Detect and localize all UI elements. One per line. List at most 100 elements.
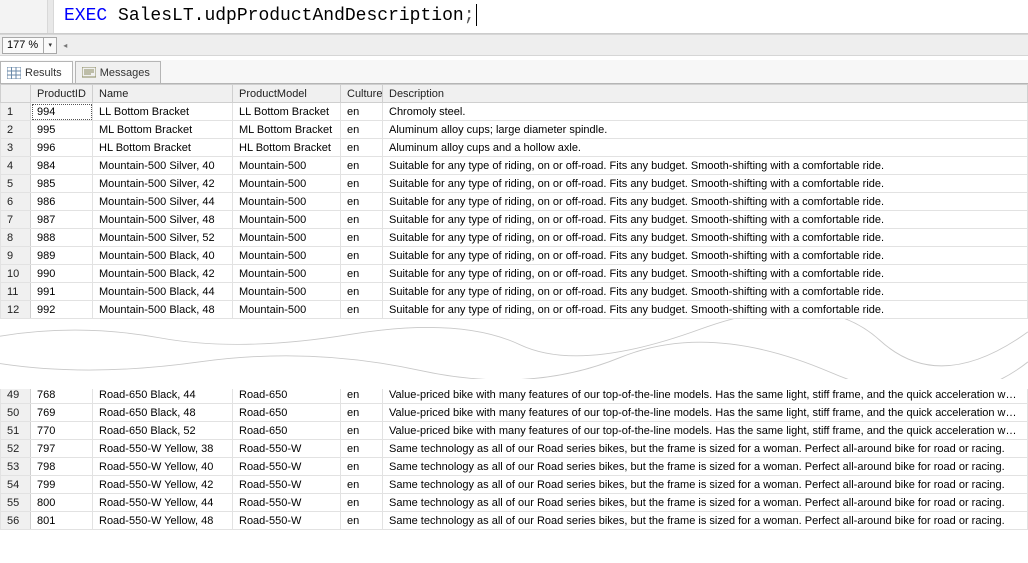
cell-productid[interactable]: 995	[31, 121, 93, 139]
col-productid[interactable]: ProductID	[31, 85, 93, 103]
cell-model[interactable]: HL Bottom Bracket	[233, 139, 341, 157]
sql-editor[interactable]: EXEC SalesLT.udpProductAndDescription;	[0, 0, 1028, 34]
cell-culture[interactable]: en	[341, 404, 383, 422]
table-row[interactable]: 49768Road-650 Black, 44Road-650enValue-p…	[1, 386, 1028, 404]
table-row[interactable]: 56801Road-550-W Yellow, 48Road-550-WenSa…	[1, 512, 1028, 530]
table-row[interactable]: 9989Mountain-500 Black, 40Mountain-500en…	[1, 247, 1028, 265]
cell-description[interactable]: Suitable for any type of riding, on or o…	[383, 301, 1028, 319]
table-row[interactable]: 11991Mountain-500 Black, 44Mountain-500e…	[1, 283, 1028, 301]
table-row[interactable]: 4984Mountain-500 Silver, 40Mountain-500e…	[1, 157, 1028, 175]
results-grid-continued[interactable]: 49768Road-650 Black, 44Road-650enValue-p…	[0, 385, 1028, 530]
cell-name[interactable]: Road-550-W Yellow, 40	[93, 458, 233, 476]
cell-culture[interactable]: en	[341, 301, 383, 319]
table-row[interactable]: 50769Road-650 Black, 48Road-650enValue-p…	[1, 404, 1028, 422]
cell-description[interactable]: Suitable for any type of riding, on or o…	[383, 247, 1028, 265]
cell-name[interactable]: Mountain-500 Silver, 40	[93, 157, 233, 175]
cell-model[interactable]: Mountain-500	[233, 301, 341, 319]
cell-model[interactable]: Mountain-500	[233, 175, 341, 193]
cell-name[interactable]: Mountain-500 Black, 42	[93, 265, 233, 283]
cell-description[interactable]: Suitable for any type of riding, on or o…	[383, 265, 1028, 283]
col-desc[interactable]: Description	[383, 85, 1028, 103]
cell-description[interactable]: Suitable for any type of riding, on or o…	[383, 283, 1028, 301]
cell-model[interactable]: Mountain-500	[233, 247, 341, 265]
cell-model[interactable]: Mountain-500	[233, 265, 341, 283]
cell-productid[interactable]: 799	[31, 476, 93, 494]
cell-name[interactable]: Road-650 Black, 48	[93, 404, 233, 422]
cell-productid[interactable]: 801	[31, 512, 93, 530]
cell-culture[interactable]: en	[341, 283, 383, 301]
cell-culture[interactable]: en	[341, 265, 383, 283]
cell-productid[interactable]: 985	[31, 175, 93, 193]
table-row[interactable]: 7987Mountain-500 Silver, 48Mountain-500e…	[1, 211, 1028, 229]
cell-description[interactable]: Same technology as all of our Road serie…	[383, 512, 1028, 530]
cell-description[interactable]: Chromoly steel.	[383, 103, 1028, 121]
cell-culture[interactable]: en	[341, 247, 383, 265]
cell-model[interactable]: Road-650	[233, 404, 341, 422]
cell-culture[interactable]: en	[341, 175, 383, 193]
cell-model[interactable]: Road-550-W	[233, 512, 341, 530]
cell-productid[interactable]: 768	[31, 386, 93, 404]
cell-description[interactable]: Aluminum alloy cups; large diameter spin…	[383, 121, 1028, 139]
cell-name[interactable]: ML Bottom Bracket	[93, 121, 233, 139]
table-row[interactable]: 53798Road-550-W Yellow, 40Road-550-WenSa…	[1, 458, 1028, 476]
cell-culture[interactable]: en	[341, 458, 383, 476]
cell-name[interactable]: Mountain-500 Silver, 52	[93, 229, 233, 247]
cell-description[interactable]: Same technology as all of our Road serie…	[383, 494, 1028, 512]
table-row[interactable]: 55800Road-550-W Yellow, 44Road-550-WenSa…	[1, 494, 1028, 512]
cell-description[interactable]: Value-priced bike with many features of …	[383, 404, 1028, 422]
cell-model[interactable]: Road-550-W	[233, 440, 341, 458]
cell-name[interactable]: Mountain-500 Black, 40	[93, 247, 233, 265]
tab-results[interactable]: Results	[0, 61, 73, 83]
cell-productid[interactable]: 988	[31, 229, 93, 247]
col-name[interactable]: Name	[93, 85, 233, 103]
cell-model[interactable]: ML Bottom Bracket	[233, 121, 341, 139]
table-row[interactable]: 8988Mountain-500 Silver, 52Mountain-500e…	[1, 229, 1028, 247]
cell-culture[interactable]: en	[341, 476, 383, 494]
cell-model[interactable]: LL Bottom Bracket	[233, 103, 341, 121]
table-row[interactable]: 2995ML Bottom BracketML Bottom Bracketen…	[1, 121, 1028, 139]
cell-model[interactable]: Road-550-W	[233, 476, 341, 494]
cell-name[interactable]: Mountain-500 Black, 44	[93, 283, 233, 301]
results-grid[interactable]: ProductID Name ProductModel Culture Desc…	[0, 84, 1028, 319]
col-rownum[interactable]	[1, 85, 31, 103]
table-row[interactable]: 54799Road-550-W Yellow, 42Road-550-WenSa…	[1, 476, 1028, 494]
cell-productid[interactable]: 991	[31, 283, 93, 301]
cell-name[interactable]: HL Bottom Bracket	[93, 139, 233, 157]
cell-name[interactable]: Road-650 Black, 52	[93, 422, 233, 440]
table-row[interactable]: 5985Mountain-500 Silver, 42Mountain-500e…	[1, 175, 1028, 193]
cell-productid[interactable]: 989	[31, 247, 93, 265]
cell-model[interactable]: Road-650	[233, 422, 341, 440]
cell-model[interactable]: Mountain-500	[233, 193, 341, 211]
tab-messages[interactable]: Messages	[75, 61, 161, 83]
cell-productid[interactable]: 769	[31, 404, 93, 422]
cell-description[interactable]: Suitable for any type of riding, on or o…	[383, 157, 1028, 175]
cell-model[interactable]: Mountain-500	[233, 157, 341, 175]
cell-productid[interactable]: 987	[31, 211, 93, 229]
cell-description[interactable]: Same technology as all of our Road serie…	[383, 458, 1028, 476]
cell-name[interactable]: Road-550-W Yellow, 42	[93, 476, 233, 494]
cell-model[interactable]: Road-550-W	[233, 458, 341, 476]
cell-productid[interactable]: 994	[31, 103, 93, 121]
cell-description[interactable]: Value-priced bike with many features of …	[383, 422, 1028, 440]
table-row[interactable]: 52797Road-550-W Yellow, 38Road-550-WenSa…	[1, 440, 1028, 458]
cell-description[interactable]: Suitable for any type of riding, on or o…	[383, 211, 1028, 229]
table-row[interactable]: 6986Mountain-500 Silver, 44Mountain-500e…	[1, 193, 1028, 211]
cell-productid[interactable]: 800	[31, 494, 93, 512]
table-row[interactable]: 10990Mountain-500 Black, 42Mountain-500e…	[1, 265, 1028, 283]
cell-name[interactable]: Mountain-500 Black, 48	[93, 301, 233, 319]
cell-culture[interactable]: en	[341, 512, 383, 530]
cell-culture[interactable]: en	[341, 422, 383, 440]
cell-culture[interactable]: en	[341, 386, 383, 404]
cell-productid[interactable]: 798	[31, 458, 93, 476]
cell-culture[interactable]: en	[341, 494, 383, 512]
cell-name[interactable]: Mountain-500 Silver, 44	[93, 193, 233, 211]
cell-name[interactable]: Mountain-500 Silver, 42	[93, 175, 233, 193]
cell-productid[interactable]: 984	[31, 157, 93, 175]
cell-description[interactable]: Value-priced bike with many features of …	[383, 386, 1028, 404]
cell-model[interactable]: Road-550-W	[233, 494, 341, 512]
cell-culture[interactable]: en	[341, 157, 383, 175]
scroll-left-icon[interactable]: ◂	[63, 41, 67, 50]
zoom-dropdown[interactable]: 177 % ▾	[2, 37, 57, 54]
cell-culture[interactable]: en	[341, 211, 383, 229]
cell-productid[interactable]: 990	[31, 265, 93, 283]
